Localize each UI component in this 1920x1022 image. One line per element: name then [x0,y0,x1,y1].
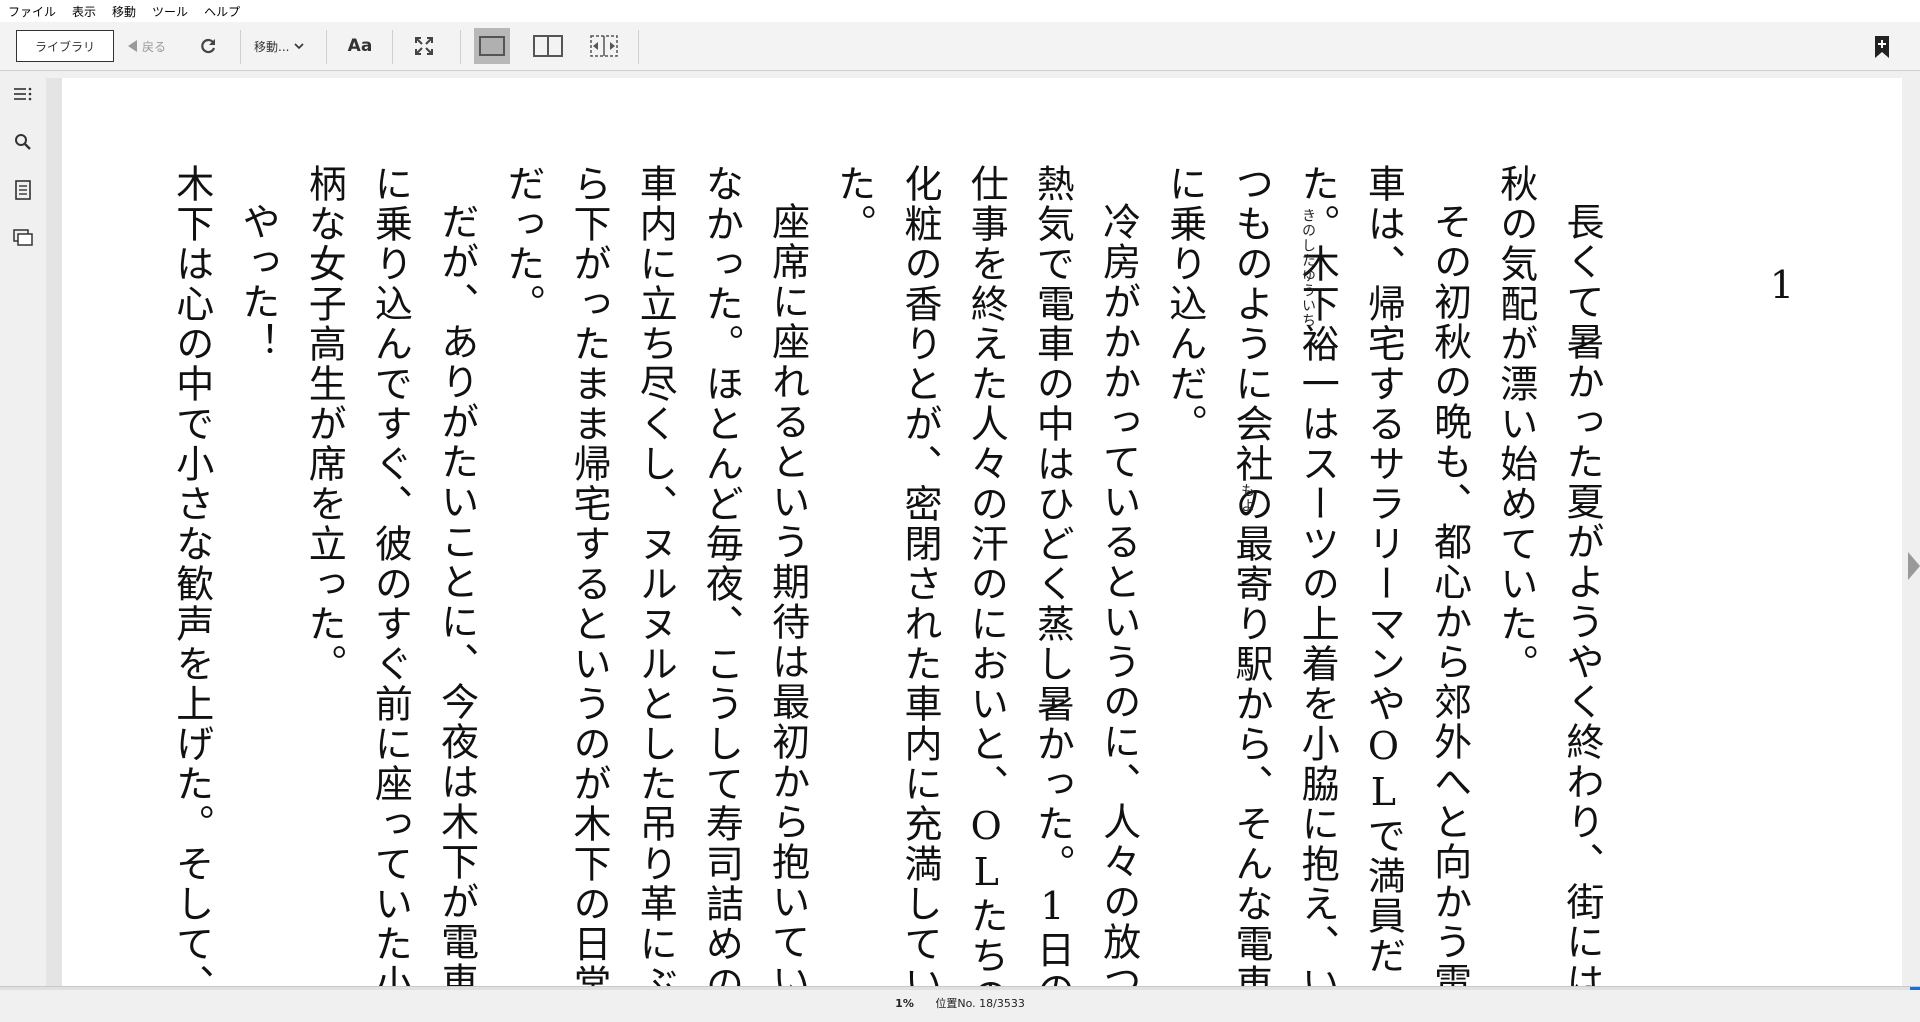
location-number: 位置No. 18/3533 [935,997,1025,1010]
toolbar-divider [638,30,639,64]
toolbar: ライブラリ 戻る 移動... Aa [0,22,1920,71]
text-column: ら下がったまま帰宅するというのが木下の日常 [567,164,611,1004]
single-page-button[interactable] [474,28,510,64]
toolbar-divider [460,30,461,64]
reading-page[interactable]: 1 長くて暑かった夏がようやく終わり、街には 秋の気配が漂い始めていた。 その初秋の… [62,78,1902,1016]
text-column: 冷房がかかっているというのに、人々の放つ [1096,202,1141,1002]
text-column: やった！ [236,202,280,362]
text-column: 長くて暑かった夏がようやく終わり、街には [1560,202,1604,1002]
menu-view[interactable]: 表示 [64,3,104,20]
notes-button[interactable] [8,175,38,205]
goto-button[interactable]: 移動... [254,30,305,62]
flashcards-button[interactable] [8,223,38,253]
single-page-icon [479,36,505,56]
bookmark-add-icon [1875,36,1889,58]
progress-percent: 1% [895,997,914,1010]
search-icon [15,134,31,150]
text-column: 車内に立ち尽くし、ヌルヌルとした吊り革にぶ [633,164,678,1004]
fullscreen-button[interactable] [408,30,440,62]
two-page-icon [533,35,563,57]
menu-go[interactable]: 移動 [104,3,144,20]
text-column: 木下は心の中で小さな歓声を上げた。そして、 [169,164,214,1004]
text-column: 柄な女子高生が席を立った。 [302,164,347,684]
menu-bar: ファイル 表示 移動 ツール ヘルプ [0,0,1920,22]
reading-progress-track [0,987,1920,990]
text-column: その初秋の晩も、都心から郊外へと向かう電 [1427,202,1472,1002]
text-column: 熱気で電車の中はひどく蒸し暑かった。1日の [1030,164,1075,1010]
menu-help[interactable]: ヘルプ [196,3,248,20]
furigana-moyori: もよ [1239,483,1255,513]
fit-width-button[interactable] [586,30,622,62]
text-column: 秋の気配が漂い始めていた。 [1493,164,1538,684]
text-column: だった。 [500,164,545,324]
status-bar: 1% 位置No. 18/3533 [0,986,1920,1017]
text-column: に乗り込んだ。 [1162,164,1207,444]
sync-button[interactable] [192,30,224,62]
furigana-kinoshita: きのしたゆういち [1300,208,1316,328]
text-column: なかった。ほとんど毎夜、こうして寿司詰めの [699,164,744,1004]
toolbar-divider [392,30,393,64]
left-nav [0,71,46,986]
right-margin [1902,78,1920,986]
chapter-number: 1 [1769,263,1795,307]
back-button[interactable]: 戻る [128,30,166,62]
reading-progress-fill [1910,987,1920,990]
notes-icon [15,180,31,200]
next-page-icon[interactable] [1908,552,1920,580]
library-button[interactable]: ライブラリ [16,30,114,62]
text-column: た。 [831,164,876,244]
text-column: 仕事を終えた人々の汗のにおいと、OLたちの [964,164,1009,1016]
cards-icon [13,229,33,246]
text-column: だが、ありがたいことに、今夜は木下が電車 [434,202,479,1002]
back-arrow-icon [128,40,137,52]
text-column: 座席に座れるという期待は最初から抱いてい [765,202,810,1002]
fit-width-icon [590,35,618,57]
font-settings-button[interactable]: Aa [344,30,376,62]
text-column: 車は、帰宅するサラリーマンやOLで満員だっ [1361,164,1406,1016]
toolbar-divider [240,30,241,64]
toc-button[interactable] [8,79,38,109]
menu-tools[interactable]: ツール [144,3,196,20]
menu-file[interactable]: ファイル [0,3,64,20]
chevron-down-icon [294,43,305,50]
toolbar-divider [326,30,327,64]
two-page-button[interactable] [530,30,566,62]
table-of-contents-icon [14,87,32,101]
fullscreen-icon [415,37,433,55]
bookmark-button[interactable] [1868,32,1896,62]
text-column: 化粧の香りとが、密閉された車内に充満してい [898,164,942,1004]
text-column: に乗り込んですぐ、彼のすぐ前に座っていた小 [368,164,413,1004]
back-label: 戻る [142,39,167,54]
page-gutter [46,78,62,986]
text-column: つものように会社の最寄り駅から、そんな電車 [1229,164,1273,1004]
status-text: 1% 位置No. 18/3533 [0,995,1920,1011]
refresh-icon [201,38,216,54]
search-button[interactable] [8,127,38,157]
goto-label: 移動... [254,39,290,54]
